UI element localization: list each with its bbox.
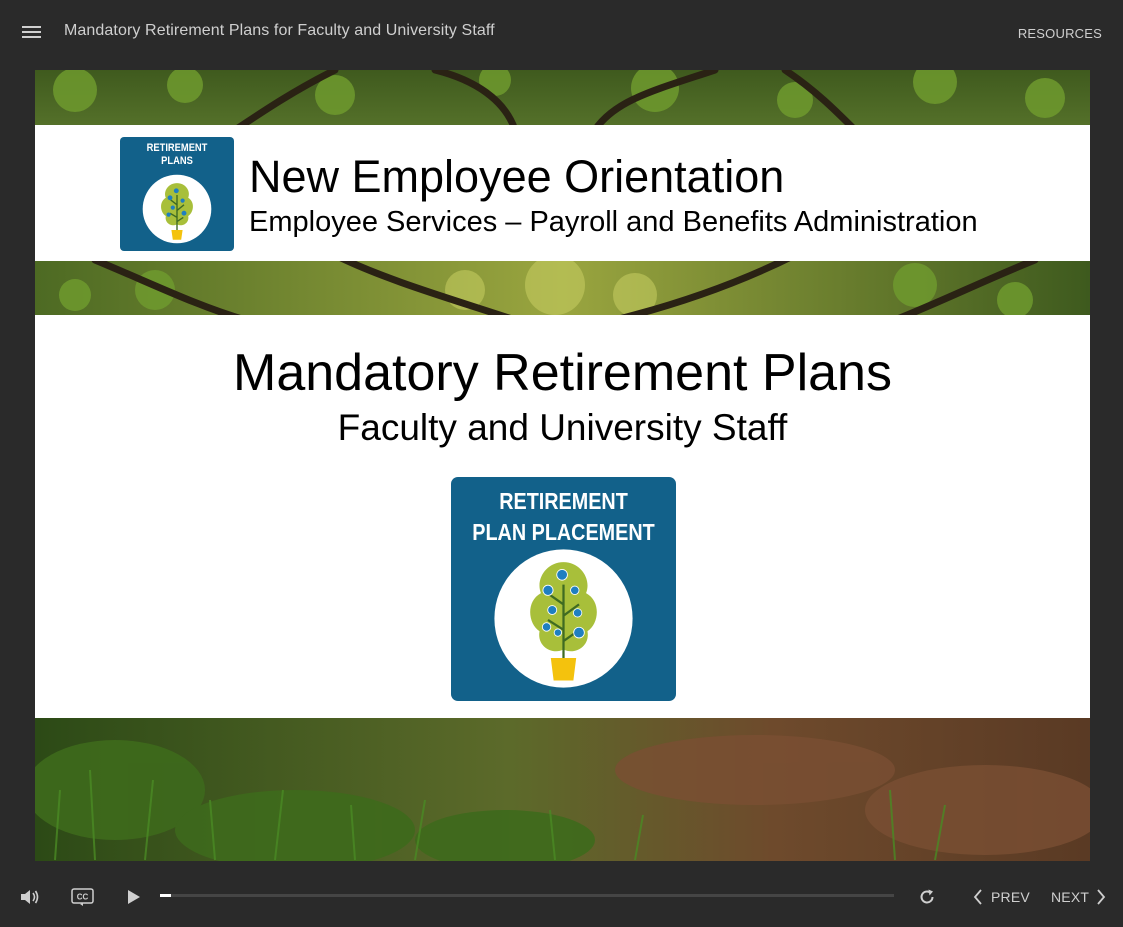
next-label: NEXT <box>1051 889 1090 905</box>
money-tree-icon <box>142 174 212 244</box>
retirement-plans-badge: RETIREMENT PLANS <box>120 137 234 251</box>
volume-icon[interactable] <box>20 888 40 906</box>
playback-controls: CC PREV NEXT <box>0 870 1123 927</box>
hamburger-menu-icon[interactable] <box>22 26 42 40</box>
course-title: Mandatory Retirement Plans for Faculty a… <box>64 22 495 39</box>
orientation-title: New Employee Orientation <box>249 151 785 202</box>
next-button[interactable]: NEXT <box>1050 886 1110 908</box>
title-panel: Mandatory Retirement Plans Faculty and U… <box>35 315 1090 718</box>
badge-line2: PLANS <box>161 155 193 167</box>
seek-bar[interactable] <box>160 894 894 897</box>
money-tree-icon <box>494 549 633 688</box>
prev-button[interactable]: PREV <box>970 886 1030 908</box>
player-window: Mandatory Retirement Plans for Faculty a… <box>0 0 1123 927</box>
placement-badge-line1: RETIREMENT <box>499 488 628 514</box>
orientation-subtitle: Employee Services – Payroll and Benefits… <box>249 206 978 238</box>
badge-line1: RETIREMENT <box>146 142 208 154</box>
chevron-left-icon <box>973 889 982 905</box>
resources-button[interactable]: RESOURCES <box>1018 26 1102 41</box>
play-icon[interactable] <box>126 888 142 906</box>
placement-badge-line2: PLAN PLACEMENT <box>472 519 655 545</box>
seek-bar-progress <box>160 894 171 897</box>
closed-captions-button[interactable]: CC <box>71 888 95 906</box>
cc-label: CC <box>77 893 89 902</box>
slide-subtitle: Faculty and University Staff <box>337 407 788 448</box>
top-bar: Mandatory Retirement Plans for Faculty a… <box>0 0 1123 66</box>
slide-title: Mandatory Retirement Plans <box>233 344 892 402</box>
retirement-plan-placement-badge: RETIREMENT PLAN PLACEMENT <box>451 477 676 701</box>
orientation-banner: RETIREMENT PLANS New Employee Orientatio… <box>35 125 1090 261</box>
chevron-right-icon <box>1097 889 1106 905</box>
replay-icon[interactable] <box>917 887 937 907</box>
slide-canvas: RETIREMENT PLANS New Employee Orientatio… <box>35 70 1090 861</box>
prev-label: PREV <box>991 889 1030 905</box>
